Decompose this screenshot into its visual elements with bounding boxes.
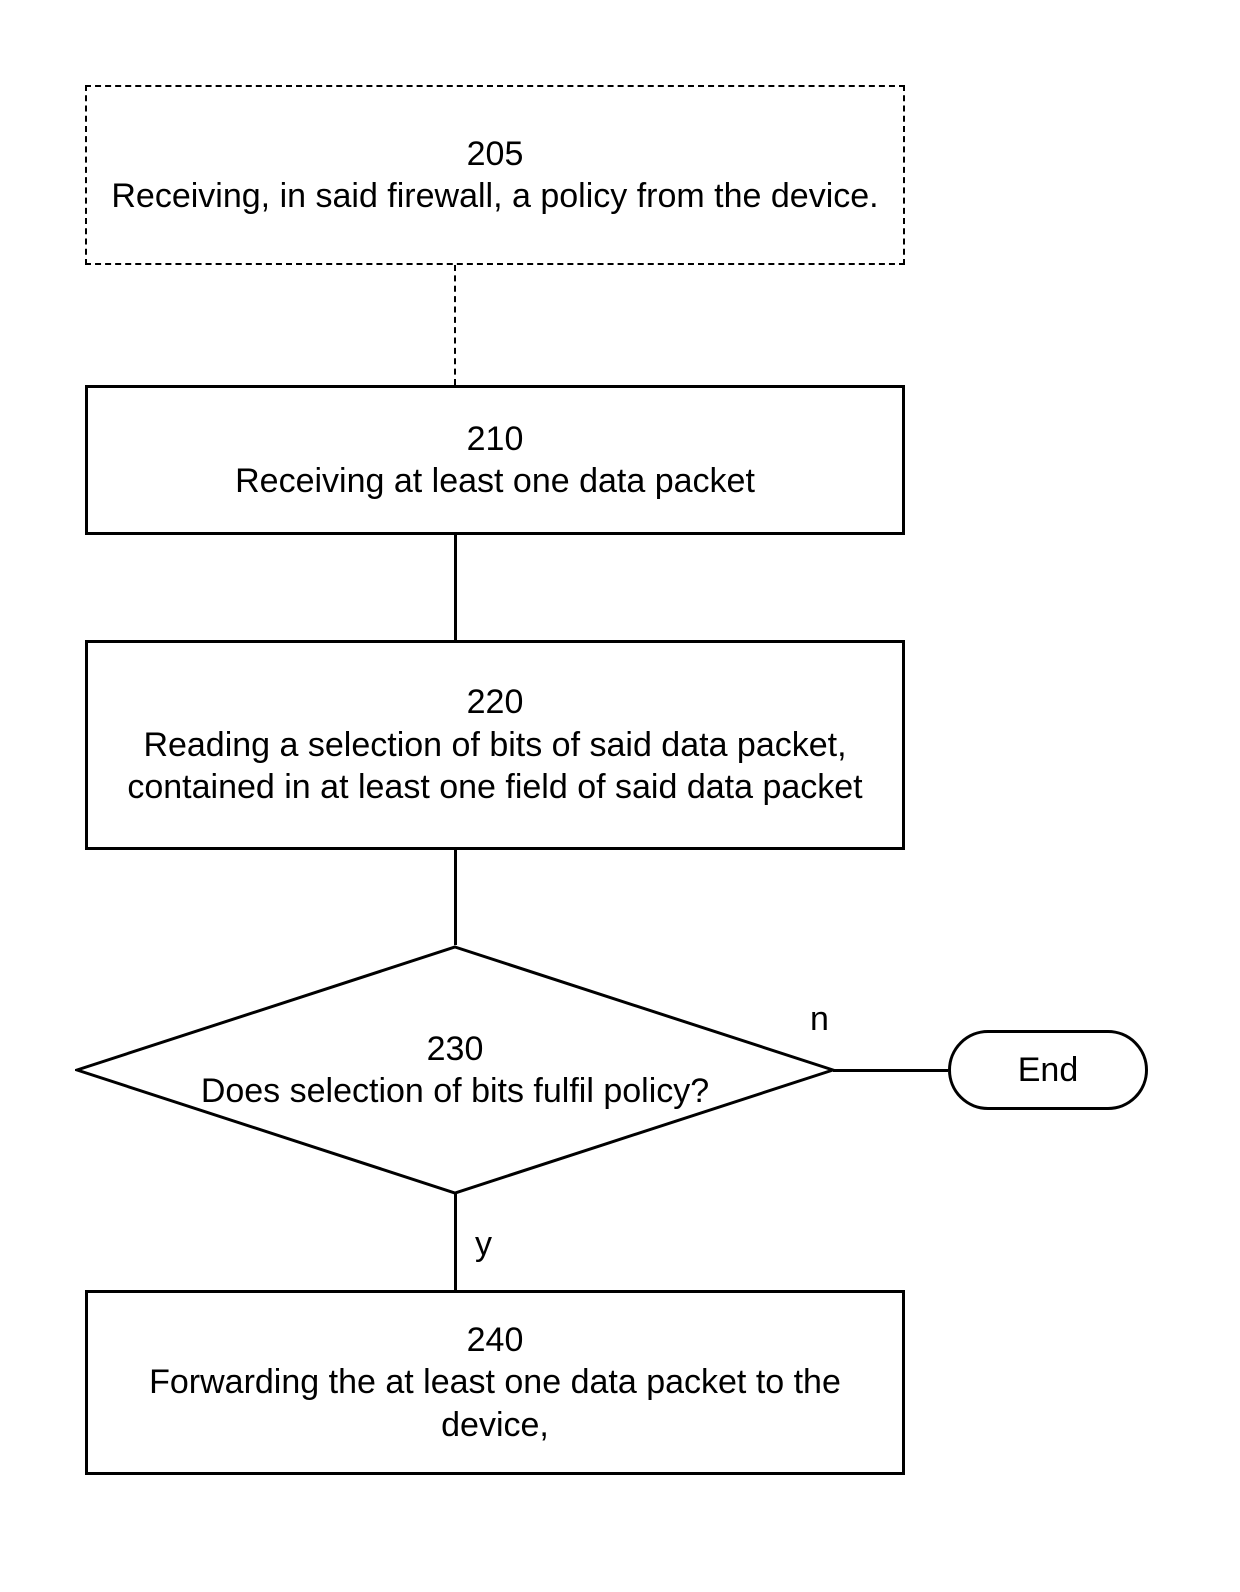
step-220-text: Reading a selection of bits of said data…: [108, 724, 882, 809]
terminator-end: End: [948, 1030, 1148, 1110]
decision-230-text: Does selection of bits fulfil policy?: [201, 1070, 709, 1113]
connector-220-230: [454, 850, 457, 945]
step-220-number: 220: [467, 681, 524, 724]
step-205: 205 Receiving, in said firewall, a polic…: [85, 85, 905, 265]
connector-205-210: [454, 265, 456, 385]
decision-230-number: 230: [427, 1028, 484, 1071]
terminator-end-text: End: [1018, 1051, 1079, 1090]
step-210-text: Receiving at least one data packet: [235, 460, 755, 503]
branch-no-label: n: [810, 1000, 829, 1039]
decision-230: 230 Does selection of bits fulfil policy…: [75, 945, 835, 1195]
step-220: 220 Reading a selection of bits of said …: [85, 640, 905, 850]
step-205-number: 205: [467, 133, 524, 176]
step-240-text: Forwarding the at least one data packet …: [108, 1361, 882, 1446]
connector-210-220: [454, 535, 457, 640]
decision-230-label: 230 Does selection of bits fulfil policy…: [75, 945, 835, 1195]
connector-230-240: [454, 1193, 457, 1290]
connector-230-end: [833, 1069, 948, 1072]
step-210-number: 210: [467, 418, 524, 461]
step-240: 240 Forwarding the at least one data pac…: [85, 1290, 905, 1475]
step-210: 210 Receiving at least one data packet: [85, 385, 905, 535]
step-240-number: 240: [467, 1319, 524, 1362]
branch-yes-label: y: [475, 1225, 492, 1264]
step-205-text: Receiving, in said firewall, a policy fr…: [111, 175, 878, 218]
